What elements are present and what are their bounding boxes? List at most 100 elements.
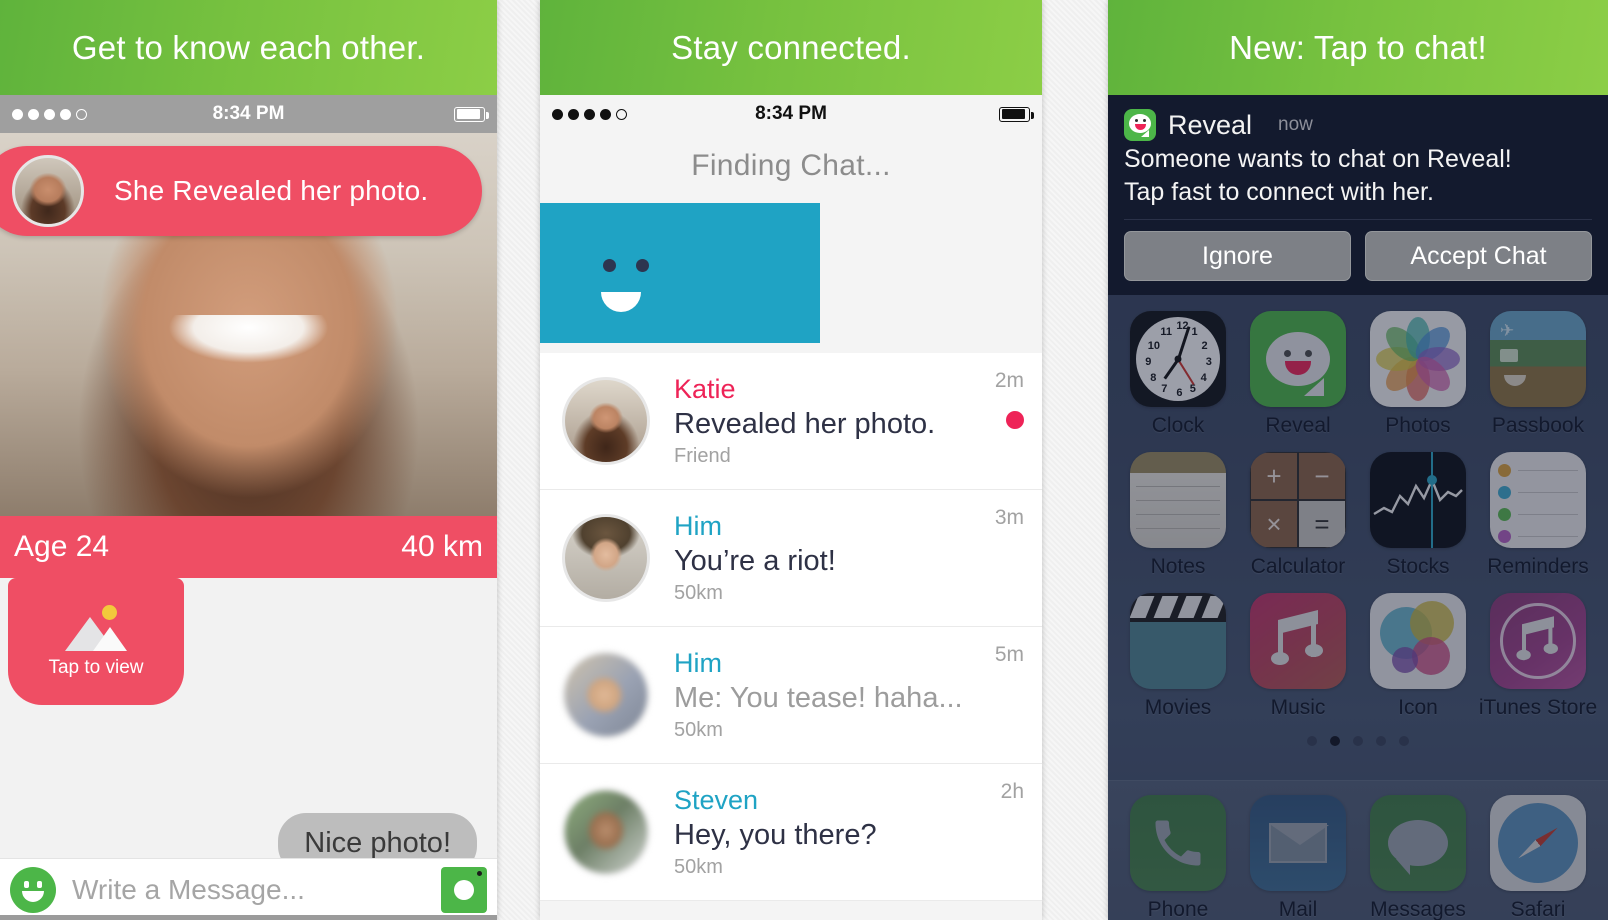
mail-icon	[1250, 795, 1346, 891]
image-placeholder-icon	[65, 604, 127, 651]
battery-icon-2	[999, 106, 1034, 122]
app-calculator[interactable]: + − × = Calculator	[1238, 452, 1358, 579]
app-clock[interactable]: 12 1 2 3 4 5 6 7 8 9 10 11 Clock	[1118, 311, 1238, 438]
chat-meta: 5m	[995, 627, 1024, 667]
camera-icon[interactable]	[441, 866, 487, 913]
toast-text: She Revealed her photo.	[114, 175, 429, 206]
signal-dot	[28, 108, 39, 120]
chat-meta: 3m	[995, 490, 1024, 530]
app-label: Passbook	[1491, 414, 1585, 437]
page-dot[interactable]	[1353, 736, 1363, 746]
photos-icon	[1370, 311, 1466, 407]
chat-list-item[interactable]: Katie Revealed her photo. Friend 2m	[540, 353, 1042, 490]
app-label: Reveal	[1265, 414, 1331, 437]
chat-meta: 2m	[995, 353, 1024, 429]
page-dot[interactable]	[1399, 736, 1409, 746]
chat-name: Him	[674, 510, 722, 541]
chat-content: Him Me: You tease! haha... 50km	[674, 648, 995, 742]
chat-avatar	[562, 514, 650, 602]
chat-content: Katie Revealed her photo. Friend	[674, 374, 995, 468]
ignore-button[interactable]: Ignore	[1124, 231, 1351, 281]
signal-dot	[584, 108, 595, 120]
accept-chat-button[interactable]: Accept Chat	[1365, 231, 1592, 281]
panel-lock-screen: New: Tap to chat! Reveal now Someone wan…	[1108, 0, 1608, 920]
status-bar-1: 8:34 PM	[0, 95, 497, 133]
phone-icon	[1130, 795, 1226, 891]
app-label: Icon	[1398, 696, 1438, 719]
chat-list-item[interactable]: Him You’re a riot! 50km 3m	[540, 490, 1042, 627]
app-grid: 12 1 2 3 4 5 6 7 8 9 10 11 Clock Reveal …	[1108, 295, 1608, 720]
app-icon[interactable]: Icon	[1358, 593, 1478, 720]
promo-header-3: New: Tap to chat!	[1108, 0, 1608, 95]
notification-actions: Ignore Accept Chat	[1124, 219, 1592, 295]
battery-icon-1	[454, 106, 489, 122]
app-photos[interactable]: Photos	[1358, 311, 1478, 438]
chat-subtitle: 50km	[674, 582, 723, 605]
home-screen-body: Reveal now Someone wants to chat on Reve…	[1108, 95, 1608, 920]
chat-list-item[interactable]: Steven Hey, you there? 50km 2h	[540, 764, 1042, 901]
chat-avatar	[562, 651, 650, 739]
calc-key: +	[1250, 452, 1298, 500]
music-icon	[1250, 593, 1346, 689]
chat-name: Katie	[674, 373, 736, 404]
app-stocks[interactable]: Stocks	[1358, 452, 1478, 579]
app-label: iTunes Store	[1478, 696, 1598, 719]
app-reminders[interactable]: Reminders	[1478, 452, 1598, 579]
calc-key: =	[1298, 500, 1346, 548]
app-label: Movies	[1144, 696, 1212, 719]
dock-app-phone[interactable]: Phone	[1118, 795, 1238, 920]
chat-timestamp: 2h	[1000, 780, 1024, 803]
signal-dot-empty	[76, 108, 87, 120]
signal-dot	[568, 108, 579, 120]
signal-dot-empty	[616, 108, 627, 120]
chat-message: Hey, you there?	[674, 818, 877, 851]
signal-dot	[552, 108, 563, 120]
signal-dot	[600, 108, 611, 120]
unread-badge	[1006, 411, 1024, 429]
chat-content: Him You’re a riot! 50km	[674, 511, 995, 605]
app-passbook[interactable]: ✈ Passbook	[1478, 311, 1598, 438]
message-composer: Write a Message...	[0, 858, 497, 920]
message-input[interactable]: Write a Message...	[72, 874, 441, 906]
app-itunes-store[interactable]: iTunes Store	[1478, 593, 1598, 720]
smiley-icon[interactable]	[10, 866, 56, 913]
chat-timestamp: 2m	[994, 369, 1024, 392]
profile-info-bar: Age 24 40 km	[0, 516, 497, 578]
tap-to-view-card[interactable]: Tap to view	[8, 578, 184, 705]
app-label: Mail	[1278, 898, 1318, 920]
app-label: Music	[1270, 696, 1326, 719]
signal-dot	[60, 108, 71, 120]
reveal-toast[interactable]: She Revealed her photo.	[0, 146, 482, 236]
page-dot[interactable]	[1376, 736, 1386, 746]
app-label: Phone	[1147, 898, 1209, 920]
safari-icon	[1490, 795, 1586, 891]
chat-name: Steven	[674, 784, 759, 815]
chat-timestamp: 3m	[994, 506, 1024, 529]
app-reveal[interactable]: Reveal	[1238, 311, 1358, 438]
app-movies[interactable]: Movies	[1118, 593, 1238, 720]
dock-app-mail[interactable]: Mail	[1238, 795, 1358, 920]
app-label: Clock	[1151, 414, 1205, 437]
chat-message: Me: You tease! haha...	[674, 681, 963, 714]
signal-dot	[44, 108, 55, 120]
app-notes[interactable]: Notes	[1118, 452, 1238, 579]
dock-app-safari[interactable]: Safari	[1478, 795, 1598, 920]
reveal-app-icon	[1124, 109, 1156, 141]
app-music[interactable]: Music	[1238, 593, 1358, 720]
page-dot-active[interactable]	[1330, 736, 1340, 746]
chat-list-item[interactable]: Him Me: You tease! haha... 50km 5m	[540, 627, 1042, 764]
icon-app-icon	[1370, 593, 1466, 689]
profile-age: Age 24	[14, 530, 110, 563]
chat-avatar	[562, 788, 650, 876]
push-notification[interactable]: Reveal now Someone wants to chat on Reve…	[1108, 95, 1608, 295]
signal-dots-1	[12, 108, 87, 120]
dock-app-messages[interactable]: Messages	[1358, 795, 1478, 920]
notification-line-2: Tap fast to connect with her.	[1124, 178, 1434, 206]
signal-dot	[12, 108, 23, 120]
panel-chat-list-screen: Stay connected. 8:34 PM Finding Chat...	[540, 0, 1042, 920]
chat-subtitle: Friend	[674, 445, 731, 468]
chat-meta: 2h	[1001, 764, 1024, 804]
reveal-icon	[1250, 311, 1346, 407]
page-dot[interactable]	[1307, 736, 1317, 746]
calc-key: −	[1298, 452, 1346, 500]
